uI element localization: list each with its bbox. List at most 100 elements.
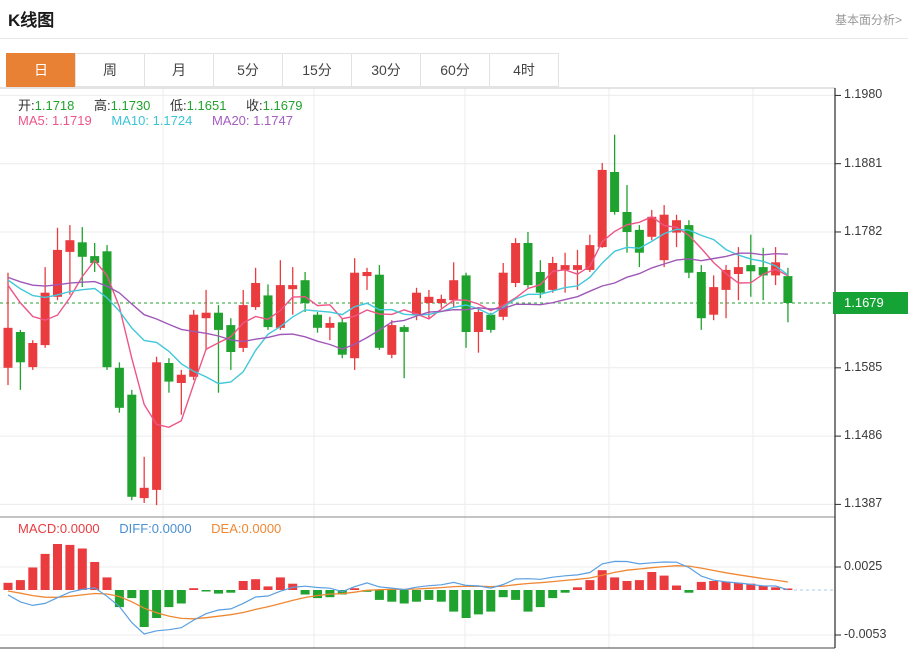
ma20-label: MA20: [212,113,250,128]
candle-body [375,275,384,348]
macd-histogram-bar [202,590,211,592]
macd-histogram-bar [78,549,87,591]
high-label: 高: [94,98,111,113]
ma10-line [8,229,788,383]
macd-histogram-bar [684,590,693,593]
candle-body [251,283,260,307]
macd-histogram-bar [103,577,112,590]
macd-label: MACD: [18,521,60,536]
candle-body [127,395,136,497]
macd-histogram-bar [164,590,173,607]
macd-histogram-bar [585,580,594,590]
ma5-label: MA5: [18,113,48,128]
candle-body [598,170,607,247]
macd-histogram-bar [53,544,62,590]
macd-histogram-bar [536,590,545,607]
candle-body [177,375,186,383]
macd-histogram-bar [474,590,483,614]
macd-histogram-bar [264,586,273,590]
candle-body [363,272,372,276]
macd-legend: MACD:0.0000 DIFF:0.0000 DEA:0.0000 [18,521,297,536]
candle-body [449,280,458,300]
macd-histogram-bar [561,590,570,593]
macd-histogram-bar [313,590,322,598]
macd-histogram-bar [424,590,433,600]
candle-body [660,215,669,261]
macd-histogram-bar [251,579,260,590]
low-label: 低: [170,98,187,113]
macd-histogram-bar [524,590,533,612]
macd-histogram-bar [697,582,706,590]
candle-body [412,293,421,315]
macd-histogram-bar [65,545,74,590]
candle-body [140,488,149,498]
diff-value: 0.0000 [152,521,192,536]
candle-body [635,230,644,253]
candle-body [684,225,693,273]
candle-body [424,297,433,303]
candle-body [610,172,619,212]
candle-body [115,368,124,408]
macd-histogram-bar [127,590,136,598]
macd-axis-label: -0.0053 [844,627,886,642]
candle-body [214,313,223,330]
candle-body [709,287,718,315]
macd-histogram-bar [387,590,396,602]
open-value: 1.1718 [35,98,75,113]
candle-body [573,265,582,270]
close-value: 1.1679 [263,98,303,113]
macd-histogram-bar [499,590,508,597]
macd-histogram-bar [226,590,235,593]
macd-histogram-bar [437,590,446,602]
ma5-line [8,217,788,428]
high-value: 1.1730 [111,98,151,113]
candle-body [313,315,322,328]
macd-histogram-bar [722,582,731,590]
macd-histogram-bar [635,580,644,590]
candle-body [189,315,198,377]
candle-body [524,243,533,285]
ohlc-legend: 开:1.1718 高:1.1730 低:1.1651 收:1.1679 [18,95,318,114]
macd-histogram-bar [647,572,656,590]
candle-body [78,242,87,256]
macd-histogram-bar [214,590,223,594]
ma-legend: MA5: 1.1719 MA10: 1.1724 MA20: 1.1747 [18,113,309,128]
price-axis-label: 1.1486 [844,428,882,443]
ma5-value: 1.1719 [52,113,92,128]
ma10-value: 1.1724 [153,113,193,128]
macd-histogram-bar [412,590,421,602]
candle-body [288,285,297,289]
macd-histogram-bar [189,588,198,590]
price-axis-label: 1.1980 [844,87,882,102]
ma20-value: 1.1747 [253,113,293,128]
macd-histogram-bar [16,580,25,590]
candle-body [387,325,396,355]
candle-body [734,267,743,274]
open-label: 开: [18,98,35,113]
macd-histogram-bar [28,568,37,591]
candle-body [400,327,409,332]
ma10-label: MA10: [111,113,149,128]
close-label: 收: [246,98,263,113]
macd-histogram-bar [660,576,669,590]
macd-histogram-bar [709,581,718,590]
candle-body [202,313,211,319]
candle-body [103,251,112,367]
macd-histogram-bar [573,587,582,590]
candle-body [623,212,632,232]
candle-body [152,362,161,490]
candle-body [325,323,334,328]
candle-body [164,363,173,382]
candle-body [697,272,706,318]
macd-histogram-bar [623,581,632,590]
dea-label: DEA: [211,521,241,536]
ma20-line [8,253,788,349]
macd-histogram-bar [672,586,681,591]
candle-body [499,273,508,317]
macd-histogram-bar [90,562,99,590]
candle-body [65,240,74,252]
macd-value: 0.0000 [60,521,100,536]
macd-histogram-bar [548,590,557,598]
candle-body [746,265,755,271]
price-axis-label: 1.1881 [844,156,882,171]
